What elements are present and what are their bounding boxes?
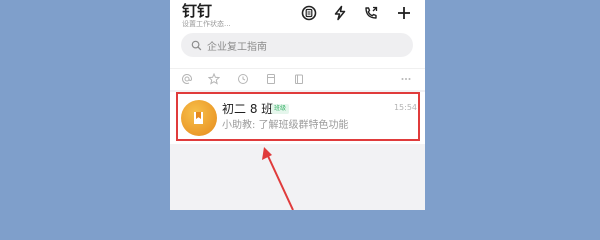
pointer-arrow [262, 147, 294, 210]
